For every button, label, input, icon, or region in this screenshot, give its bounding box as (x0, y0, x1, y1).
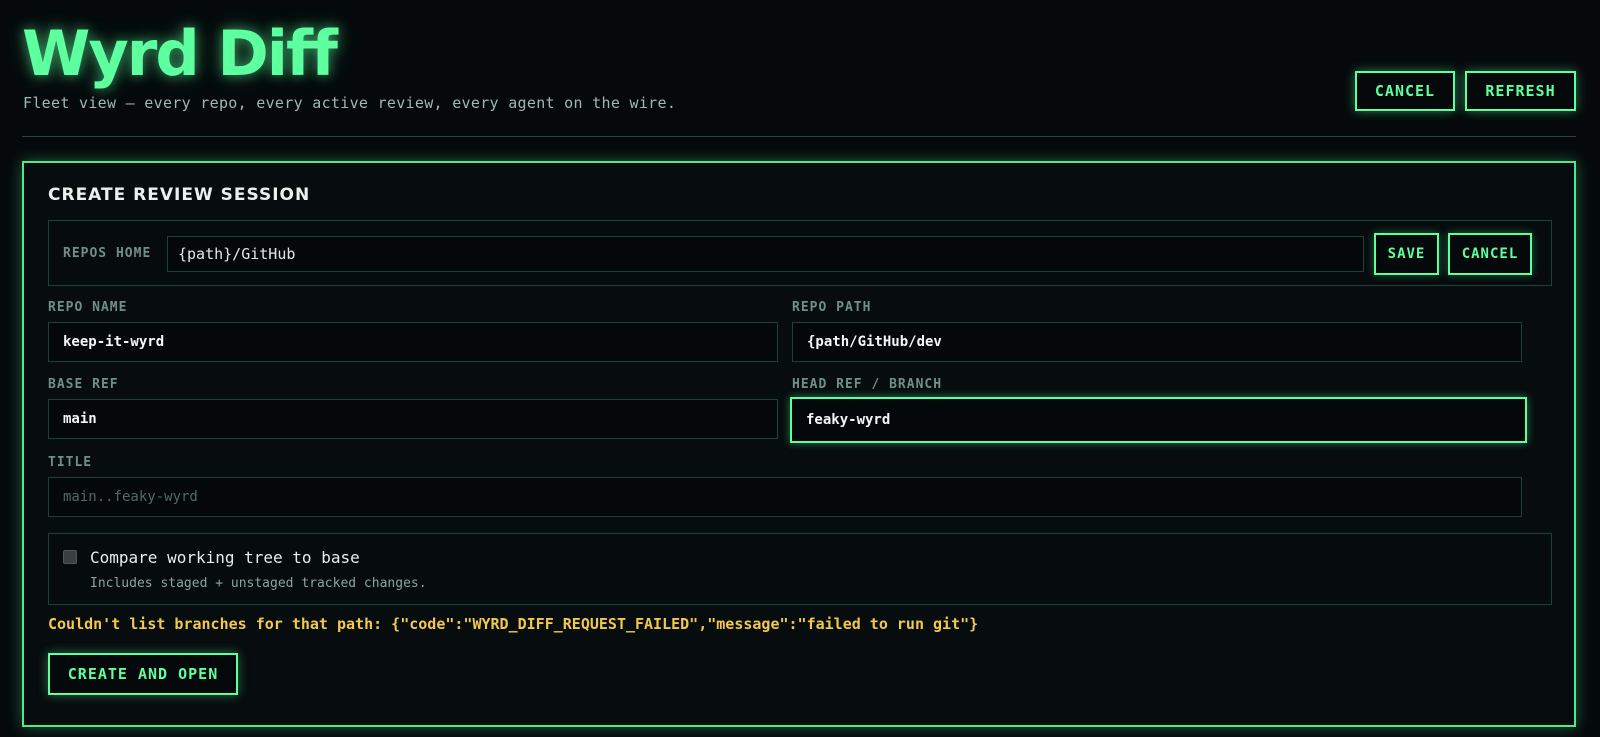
repo-name-label: REPO NAME (48, 300, 128, 315)
base-ref-input[interactable] (48, 399, 778, 439)
error-message: Couldn't list branches for that path: {"… (48, 615, 979, 633)
repos-home-input[interactable] (167, 236, 1364, 272)
header-divider (22, 136, 1576, 137)
compare-working-tree-hint: Includes staged + unstaged tracked chang… (90, 576, 427, 591)
base-ref-label: BASE REF (48, 377, 119, 392)
compare-working-tree-checkbox[interactable] (63, 550, 77, 564)
repo-path-input[interactable] (792, 322, 1522, 362)
create-and-open-button[interactable]: CREATE AND OPEN (48, 653, 238, 695)
app-subtitle: Fleet view — every repo, every active re… (23, 94, 677, 112)
title-label: TITLE (48, 455, 93, 470)
head-ref-input[interactable] (790, 397, 1527, 443)
head-ref-label: HEAD REF / BRANCH (792, 377, 943, 392)
card-title: CREATE REVIEW SESSION (48, 185, 311, 205)
compare-working-tree-option: Compare working tree to base Includes st… (48, 533, 1552, 605)
app-title: Wyrd Diff (22, 17, 338, 90)
repos-home-label: REPOS HOME (63, 246, 152, 261)
compare-working-tree-label[interactable]: Compare working tree to base (90, 548, 360, 567)
title-input[interactable] (48, 477, 1522, 517)
header-cancel-button[interactable]: CANCEL (1355, 71, 1455, 111)
repos-home-cancel-button[interactable]: CANCEL (1448, 233, 1532, 275)
refresh-button[interactable]: REFRESH (1465, 71, 1576, 111)
repos-home-row: REPOS HOME SAVE CANCEL (48, 220, 1552, 286)
save-button[interactable]: SAVE (1374, 233, 1439, 275)
create-review-session-card: CREATE REVIEW SESSION REPOS HOME SAVE CA… (22, 161, 1576, 727)
repo-name-input[interactable] (48, 322, 778, 362)
repo-path-label: REPO PATH (792, 300, 872, 315)
